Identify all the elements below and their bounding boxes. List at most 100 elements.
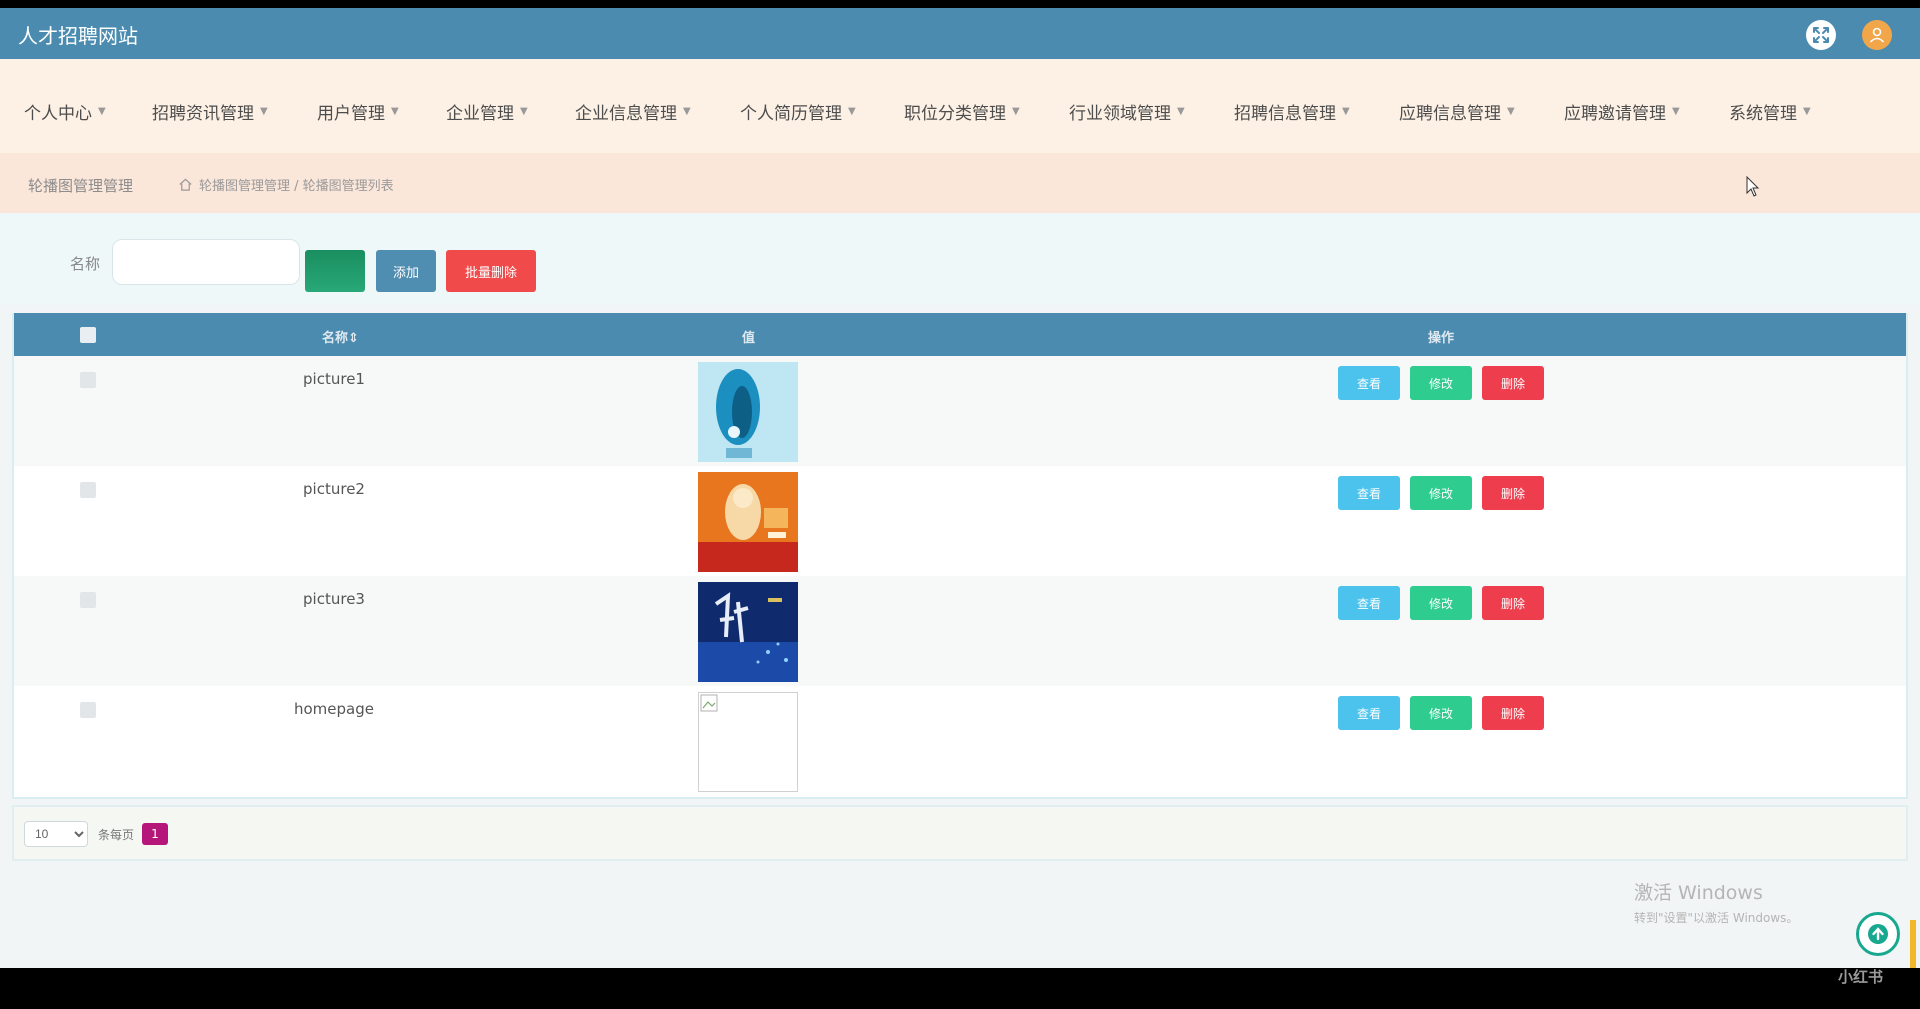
edit-button[interactable]: 修改	[1410, 586, 1472, 620]
nav-item-resumes[interactable]: 个人简历管理 ▼	[740, 99, 856, 124]
delete-button[interactable]: 删除	[1482, 366, 1544, 400]
nav-item-users[interactable]: 用户管理 ▼	[317, 99, 399, 124]
row-checkbox[interactable]	[80, 372, 96, 388]
thumbnail-image	[698, 582, 798, 682]
caret-down-icon: ▼	[391, 106, 399, 117]
caret-down-icon: ▼	[260, 106, 268, 117]
delete-button[interactable]: 删除	[1482, 476, 1544, 510]
nav-item-industries[interactable]: 行业领域管理 ▼	[1069, 99, 1185, 124]
caret-down-icon: ▼	[1672, 106, 1680, 117]
delete-button[interactable]: 删除	[1482, 586, 1544, 620]
edit-button[interactable]: 修改	[1410, 366, 1472, 400]
breadcrumb-path: 轮播图管理管理 / 轮播图管理列表	[199, 179, 394, 194]
search-bar: 名称 添加 批量删除	[0, 213, 1920, 305]
arrow-up-icon	[1868, 924, 1888, 944]
column-actions-header: 操作	[1428, 331, 1455, 346]
view-button[interactable]: 查看	[1338, 696, 1400, 730]
nav-item-invitations[interactable]: 应聘邀请管理 ▼	[1564, 99, 1680, 124]
site-title: 人才招聘网站	[18, 24, 138, 48]
nav-item-recruit-news[interactable]: 招聘资讯管理 ▼	[152, 99, 268, 124]
fullscreen-icon	[1813, 27, 1829, 43]
caret-down-icon: ▼	[1803, 106, 1811, 117]
edit-button[interactable]: 修改	[1410, 476, 1472, 510]
caret-down-icon: ▼	[1177, 106, 1185, 117]
side-edge-bar	[1910, 920, 1916, 968]
select-all-checkbox[interactable]	[80, 327, 96, 343]
column-value-header: 值	[742, 331, 756, 346]
edit-button[interactable]: 修改	[1410, 696, 1472, 730]
nav-label: 系统管理	[1729, 104, 1797, 124]
avatar[interactable]	[1862, 20, 1892, 50]
user-icon	[1869, 27, 1885, 43]
app-window: 人才招聘网站 个人中心 ▼ 招聘资讯管理 ▼ 用户管理 ▼ 企业管理 ▼ 企业信息管理 ▼…	[0, 8, 1920, 968]
carousel-table: 名称⇕ 值 操作 picture1 查看 修改 删除 picture2 查看 修…	[12, 313, 1908, 799]
mouse-cursor-icon	[1746, 176, 1760, 197]
scroll-to-top-button[interactable]	[1856, 912, 1900, 956]
column-name-header[interactable]: 名称⇕	[322, 327, 359, 346]
nav-item-job-categories[interactable]: 职位分类管理 ▼	[904, 99, 1020, 124]
pagination: 10 条每页 1	[12, 805, 1908, 861]
nav-label: 个人中心	[24, 104, 92, 124]
nav-label: 用户管理	[317, 104, 385, 124]
nav-item-company-info[interactable]: 企业信息管理 ▼	[575, 99, 691, 124]
corner-watermark: 小红书	[1838, 968, 1884, 986]
caret-down-icon: ▼	[1012, 106, 1020, 117]
nav-item-applications[interactable]: 应聘信息管理 ▼	[1399, 99, 1515, 124]
row-name: picture1	[303, 370, 365, 388]
nav-label: 企业管理	[446, 104, 514, 124]
table-row: picture1 查看 修改 删除	[14, 356, 1906, 466]
nav-item-personal-center[interactable]: 个人中心 ▼	[24, 99, 106, 124]
caret-down-icon: ▼	[1507, 106, 1515, 117]
caret-down-icon: ▼	[520, 106, 528, 117]
home-icon[interactable]	[178, 177, 193, 192]
nav-item-recruit-info[interactable]: 招聘信息管理 ▼	[1234, 99, 1350, 124]
name-search-input[interactable]	[112, 239, 300, 285]
view-button[interactable]: 查看	[1338, 476, 1400, 510]
nav-label: 个人简历管理	[740, 104, 842, 124]
row-checkbox[interactable]	[80, 702, 96, 718]
nav-label: 招聘信息管理	[1234, 104, 1336, 124]
row-name: picture2	[303, 480, 365, 498]
caret-down-icon: ▼	[1342, 106, 1350, 117]
caret-down-icon: ▼	[848, 106, 856, 117]
page-title: 轮播图管理管理	[28, 177, 134, 195]
search-button[interactable]	[305, 250, 365, 292]
row-checkbox[interactable]	[80, 482, 96, 498]
row-name: picture3	[303, 590, 365, 608]
row-checkbox[interactable]	[80, 592, 96, 608]
column-name-label: 名称	[322, 331, 349, 346]
nav-label: 企业信息管理	[575, 104, 677, 124]
screen: 人才招聘网站 个人中心 ▼ 招聘资讯管理 ▼ 用户管理 ▼ 企业管理 ▼ 企业信息管理 ▼…	[0, 0, 1920, 1009]
main-nav: 个人中心 ▼ 招聘资讯管理 ▼ 用户管理 ▼ 企业管理 ▼ 企业信息管理 ▼ 个人简历管理…	[0, 59, 1920, 153]
caret-down-icon: ▼	[683, 106, 691, 117]
orange-poster-image	[698, 472, 798, 572]
broken-image-icon	[700, 694, 718, 712]
dark-blue-poster-image	[698, 582, 798, 682]
windows-activation-watermark: 激活 Windows 转到"设置"以激活 Windows。	[1634, 878, 1798, 926]
page-size-select[interactable]: 10	[24, 821, 88, 847]
batch-delete-button[interactable]: 批量删除	[446, 250, 536, 292]
watermark-line2: 转到"设置"以激活 Windows。	[1634, 911, 1799, 925]
thumbnail-image	[698, 692, 798, 792]
add-button[interactable]: 添加	[376, 250, 436, 292]
nav-label: 行业领域管理	[1069, 104, 1171, 124]
table-row: picture3 查看 修改 删除	[14, 576, 1906, 686]
row-name: homepage	[294, 700, 374, 718]
page-number-current[interactable]: 1	[142, 823, 168, 845]
view-button[interactable]: 查看	[1338, 586, 1400, 620]
table-row: picture2 查看 修改 删除	[14, 466, 1906, 576]
delete-button[interactable]: 删除	[1482, 696, 1544, 730]
watermark-line1: 激活 Windows	[1634, 882, 1763, 904]
nav-label: 招聘资讯管理	[152, 104, 254, 124]
breadcrumb: 轮播图管理管理 / 轮播图管理列表	[178, 175, 394, 194]
nav-label: 职位分类管理	[904, 104, 1006, 124]
blue-sculpture-image	[698, 362, 798, 462]
top-bar: 人才招聘网站	[0, 8, 1920, 59]
thumbnail-image	[698, 472, 798, 572]
breadcrumb-bar: 轮播图管理管理 轮播图管理管理 / 轮播图管理列表	[0, 153, 1920, 213]
view-button[interactable]: 查看	[1338, 366, 1400, 400]
nav-item-system[interactable]: 系统管理 ▼	[1729, 99, 1811, 124]
per-page-label: 条每页	[98, 828, 135, 842]
nav-item-companies[interactable]: 企业管理 ▼	[446, 99, 528, 124]
fullscreen-button[interactable]	[1806, 20, 1836, 50]
